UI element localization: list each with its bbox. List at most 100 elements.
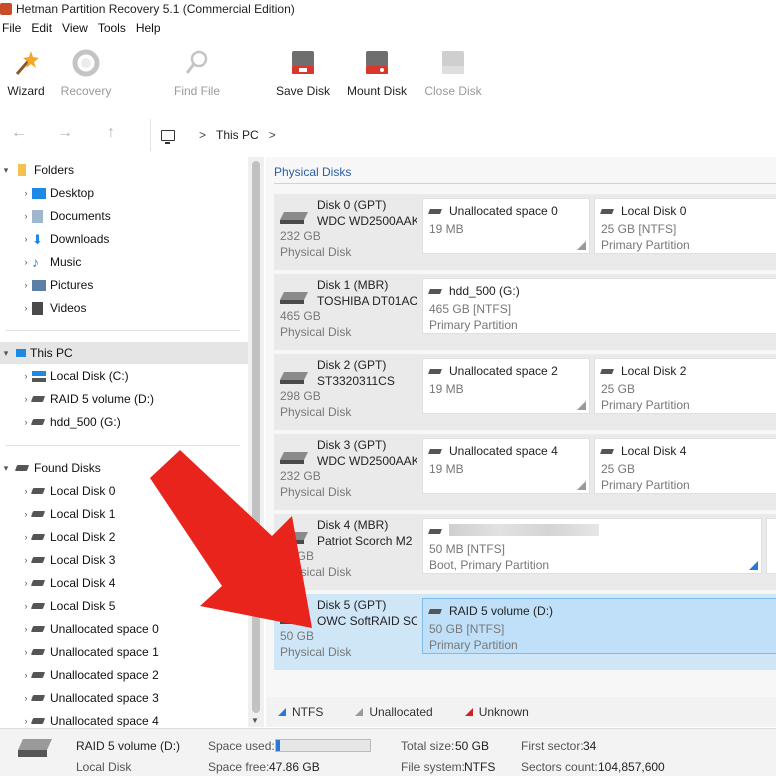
tree-item-found[interactable]: › Unallocated space 3 (0, 687, 248, 709)
chevron-right-icon[interactable]: › (20, 578, 32, 588)
tree-item-videos[interactable]: › Videos (0, 297, 248, 319)
tree-item-desktop[interactable]: › Desktop (0, 182, 248, 204)
disk-row[interactable]: Disk 0 (GPT) WDC WD2500AAKX 232 GB Physi… (274, 194, 776, 270)
breadcrumb-separator: > (268, 128, 276, 142)
tree-item-found[interactable]: › Local Disk 2 (0, 526, 248, 548)
tree-item-found[interactable]: › Local Disk 1 (0, 503, 248, 525)
disk-info[interactable]: Disk 4 (MBR) Patriot Scorch M2 38 GB Phy… (274, 514, 420, 590)
legend-label: Unallocated (369, 705, 433, 719)
chevron-down-icon[interactable]: ▾ (0, 348, 12, 359)
disk-icon (30, 509, 46, 520)
chevron-down-icon[interactable]: ▼ (251, 716, 259, 725)
tree-item-found[interactable]: › Unallocated space 4 (0, 710, 248, 727)
chevron-right-icon[interactable]: › (20, 601, 32, 611)
partition-tile[interactable]: Unallocated space 0 19 MB (422, 198, 590, 254)
menu-file[interactable]: File (2, 21, 21, 35)
partition-tile[interactable]: Local Disk 2 25 GB Primary Partition (594, 358, 776, 414)
disk-info[interactable]: Disk 3 (GPT) WDC WD2500AAKX 232 GB Physi… (274, 434, 420, 510)
tree-item-found[interactable]: › Local Disk 0 (0, 480, 248, 502)
chevron-right-icon[interactable]: › (20, 417, 32, 427)
menu-help[interactable]: Help (136, 21, 161, 35)
tree-item-found[interactable]: › Local Disk 5 (0, 595, 248, 617)
close-disk-button[interactable]: Close Disk (424, 40, 482, 98)
find-file-button[interactable]: Find File (174, 40, 220, 98)
chevron-down-icon[interactable]: ▾ (0, 165, 12, 176)
chevron-right-icon[interactable]: › (20, 303, 32, 313)
chevron-right-icon[interactable]: › (20, 624, 32, 634)
tree-item-found[interactable]: › Unallocated space 2 (0, 664, 248, 686)
partition-tile[interactable]: hdd_500 (G:) 465 GB [NTFS] Primary Parti… (422, 278, 776, 334)
menu-view[interactable]: View (62, 21, 88, 35)
partition-tile-partial[interactable] (766, 518, 776, 574)
chevron-right-icon[interactable]: › (20, 188, 32, 198)
chevron-right-icon[interactable]: › (20, 509, 32, 519)
tree-item-found[interactable]: › Unallocated space 1 (0, 641, 248, 663)
chevron-right-icon[interactable]: › (20, 371, 32, 381)
disk-info[interactable]: Disk 2 (GPT) ST3320311CS 298 GB Physical… (274, 354, 420, 430)
back-arrow-icon[interactable]: ← (10, 124, 28, 142)
tree-scrollbar[interactable]: ▼ (248, 157, 264, 727)
chevron-right-icon[interactable]: › (20, 257, 32, 267)
tree-item-found[interactable]: › Local Disk 3 (0, 549, 248, 571)
tree-item-music[interactable]: › ♪ Music (0, 251, 248, 273)
partition-tile[interactable]: 50 MB [NTFS] Boot, Primary Partition (422, 518, 762, 574)
tree-label: Local Disk 2 (50, 530, 116, 544)
disk-row[interactable]: Disk 1 (MBR) TOSHIBA DT01ACA0 465 GB Phy… (274, 274, 776, 350)
disk-row[interactable]: Disk 2 (GPT) ST3320311CS 298 GB Physical… (274, 354, 776, 430)
disk-row[interactable]: Disk 4 (MBR) Patriot Scorch M2 38 GB Phy… (274, 514, 776, 590)
address-bar[interactable]: > This PC > (150, 119, 776, 151)
chevron-right-icon[interactable]: › (20, 234, 32, 244)
chevron-right-icon[interactable]: › (20, 394, 32, 404)
chevron-right-icon[interactable]: › (20, 555, 32, 565)
tree-item-local-disk-c[interactable]: › Local Disk (C:) (0, 365, 248, 387)
wizard-button[interactable]: Wizard (6, 40, 46, 98)
recovery-button[interactable]: Recovery (61, 40, 111, 98)
menu-tools[interactable]: Tools (98, 21, 126, 35)
tree-item-pictures[interactable]: › Pictures (0, 274, 248, 296)
chevron-down-icon[interactable]: ▾ (0, 463, 12, 474)
partition-tile[interactable]: Unallocated space 2 19 MB (422, 358, 590, 414)
tree-label: Local Disk 4 (50, 576, 116, 590)
tree-found-disks[interactable]: ▾ Found Disks (0, 457, 248, 479)
tree-item-found[interactable]: › Local Disk 4 (0, 572, 248, 594)
disk-info[interactable]: Disk 5 (GPT) OWC SoftRAID SCSI 50 GB Phy… (274, 594, 420, 670)
tree-this-pc[interactable]: ▾ This PC (0, 342, 248, 364)
sectors-count-value: 104,857,600 (598, 760, 665, 774)
chevron-right-icon[interactable]: › (20, 647, 32, 657)
mount-disk-button[interactable]: Mount Disk (346, 40, 408, 98)
hard-disk-icon (280, 212, 308, 224)
save-disk-button[interactable]: Save Disk (276, 40, 330, 98)
up-arrow-icon[interactable]: ↑ (102, 124, 120, 142)
disk-info[interactable]: Disk 1 (MBR) TOSHIBA DT01ACA0 465 GB Phy… (274, 274, 420, 350)
tree-item-hdd-500[interactable]: › hdd_500 (G:) (0, 411, 248, 433)
tree-item-documents[interactable]: › Documents (0, 205, 248, 227)
tree-item-found[interactable]: › Unallocated space 0 (0, 618, 248, 640)
partition-tile[interactable]: Local Disk 4 25 GB Primary Partition (594, 438, 776, 494)
chevron-right-icon[interactable]: › (20, 211, 32, 221)
disk-row-selected[interactable]: Disk 5 (GPT) OWC SoftRAID SCSI 50 GB Phy… (274, 594, 776, 670)
menu-edit[interactable]: Edit (31, 21, 52, 35)
chevron-right-icon[interactable]: › (20, 693, 32, 703)
tree-item-raid-volume[interactable]: › RAID 5 volume (D:) (0, 388, 248, 410)
tree-item-downloads[interactable]: › ⬇ Downloads (0, 228, 248, 250)
partition-name: Unallocated space 4 (449, 444, 558, 458)
wizard-label: Wizard (7, 84, 45, 98)
chevron-right-icon[interactable]: › (20, 670, 32, 680)
breadcrumb-this-pc[interactable]: This PC (216, 128, 259, 142)
chevron-right-icon[interactable]: › (20, 532, 32, 542)
disk-icon (30, 670, 46, 681)
partition-tile-selected[interactable]: RAID 5 volume (D:) 50 GB [NTFS] Primary … (422, 598, 776, 654)
disk-row[interactable]: Disk 3 (GPT) WDC WD2500AAKX 232 GB Physi… (274, 434, 776, 510)
unallocated-marker-icon (577, 401, 586, 410)
file-system-value: NTFS (464, 760, 496, 774)
scrollbar-thumb[interactable] (252, 161, 260, 713)
chevron-right-icon[interactable]: › (20, 716, 32, 726)
tree-folders[interactable]: ▾ Folders (0, 159, 248, 181)
partition-size: 19 MB (429, 382, 464, 396)
disk-info[interactable]: Disk 0 (GPT) WDC WD2500AAKX 232 GB Physi… (274, 194, 420, 270)
chevron-right-icon[interactable]: › (20, 486, 32, 496)
partition-tile[interactable]: Unallocated space 4 19 MB (422, 438, 590, 494)
chevron-right-icon[interactable]: › (20, 280, 32, 290)
partition-tile[interactable]: Local Disk 0 25 GB [NTFS] Primary Partit… (594, 198, 776, 254)
forward-arrow-icon[interactable]: → (56, 124, 74, 142)
